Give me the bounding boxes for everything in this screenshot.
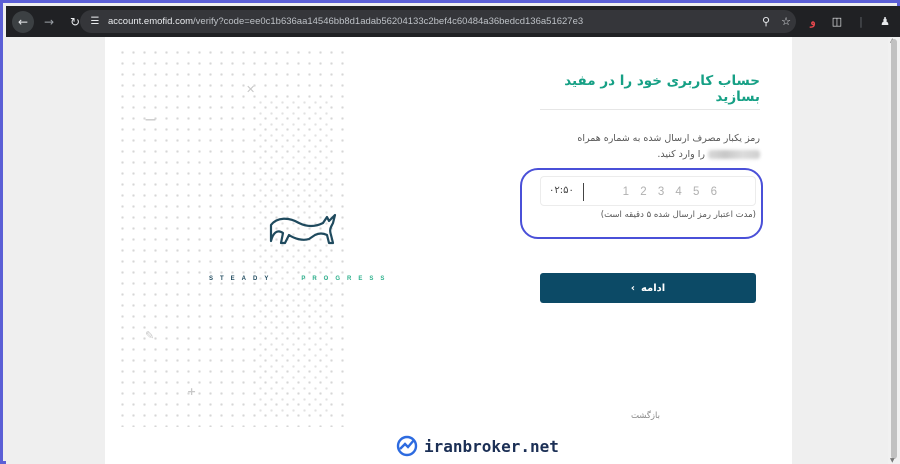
timer-separator	[583, 183, 584, 201]
url-host: account.emofid.com	[108, 16, 194, 27]
minus-decoration-icon: —	[145, 113, 156, 126]
url-path: /verify?code=ee0c1b636aa14546bb8d1adab56…	[193, 16, 584, 27]
separator: |	[859, 14, 863, 28]
desc-line-1: رمز یکبار مصرف ارسال شده به شماره همراه	[577, 133, 760, 144]
page-scrollbar[interactable]: ▲ ▼	[888, 37, 900, 464]
cross-decoration-icon: ✕	[246, 83, 256, 96]
validity-note: (مدت اعتبار رمز ارسال شده ۵ دقیقه است)	[600, 210, 756, 220]
watermark-text: iranbroker.net	[424, 436, 559, 456]
dot-pattern-secondary	[255, 97, 335, 417]
page-title: حساب کاربری خود را در مفید بسازید	[564, 73, 760, 105]
desc-line-2: را وارد کنید.	[540, 147, 760, 163]
plus-decoration-icon: +	[187, 385, 197, 398]
extension-badge-icon[interactable]: و	[804, 12, 822, 30]
profile-icon[interactable]: ♟	[876, 12, 894, 30]
tagline: STEADY PROGRESS	[209, 276, 391, 282]
watermark: iranbroker.net	[396, 435, 559, 457]
chevron-left-icon: ‹	[630, 282, 635, 294]
zoom-icon[interactable]: ⚲	[756, 12, 776, 32]
back-arrow-icon[interactable]: ←	[12, 10, 34, 33]
bull-logo-icon	[269, 213, 337, 245]
otp-description: رمز یکبار مصرف ارسال شده به شماره همراه …	[540, 131, 760, 163]
back-link[interactable]: بازگشت	[631, 411, 660, 421]
scroll-down-icon[interactable]: ▼	[890, 457, 895, 464]
extensions-puzzle-icon[interactable]: ◫	[828, 12, 846, 30]
otp-input[interactable]	[591, 180, 721, 204]
extensions-area: و ◫ | ♟ ⋮	[804, 12, 900, 30]
bookmark-star-icon[interactable]: ☆	[776, 12, 796, 32]
desc-line-2-text: را وارد کنید.	[657, 149, 705, 160]
divider	[540, 109, 760, 110]
tagline-progress: PROGRESS	[301, 276, 392, 282]
blurred-phone-number	[708, 150, 760, 159]
page-viewport: ✕ — ✎ + STEADY PROGRESS حساب کاربری خود ر…	[6, 37, 900, 464]
signup-card: ✕ — ✎ + STEADY PROGRESS حساب کاربری خود ر…	[105, 37, 792, 464]
continue-label: ادامه	[640, 282, 666, 294]
brand-illustration: ✕ — ✎ + STEADY PROGRESS	[105, 37, 425, 464]
site-info-icon[interactable]: ☰	[86, 13, 104, 31]
address-bar[interactable]: ☰ account.emofid.com/verify?code=ee0c1b6…	[80, 10, 796, 33]
watermark-chart-icon	[396, 435, 418, 457]
continue-button[interactable]: ‹ ادامه	[540, 273, 756, 303]
tagline-steady: STEADY	[209, 276, 276, 282]
otp-form: حساب کاربری خود را در مفید بسازید رمز یک…	[520, 37, 763, 464]
screenshot-frame: ← → ↻ ☰ account.emofid.com/verify?code=e…	[0, 0, 900, 464]
pencil-decoration-icon: ✎	[145, 329, 155, 342]
browser-toolbar: ← → ↻ ☰ account.emofid.com/verify?code=e…	[6, 6, 900, 37]
forward-arrow-icon[interactable]: →	[38, 11, 60, 33]
otp-field[interactable]: ۰۲:۵۰	[540, 176, 756, 206]
countdown-timer: ۰۲:۵۰	[549, 185, 574, 196]
scroll-thumb[interactable]	[891, 39, 897, 459]
url-text[interactable]: account.emofid.com/verify?code=ee0c1b636…	[108, 16, 583, 27]
